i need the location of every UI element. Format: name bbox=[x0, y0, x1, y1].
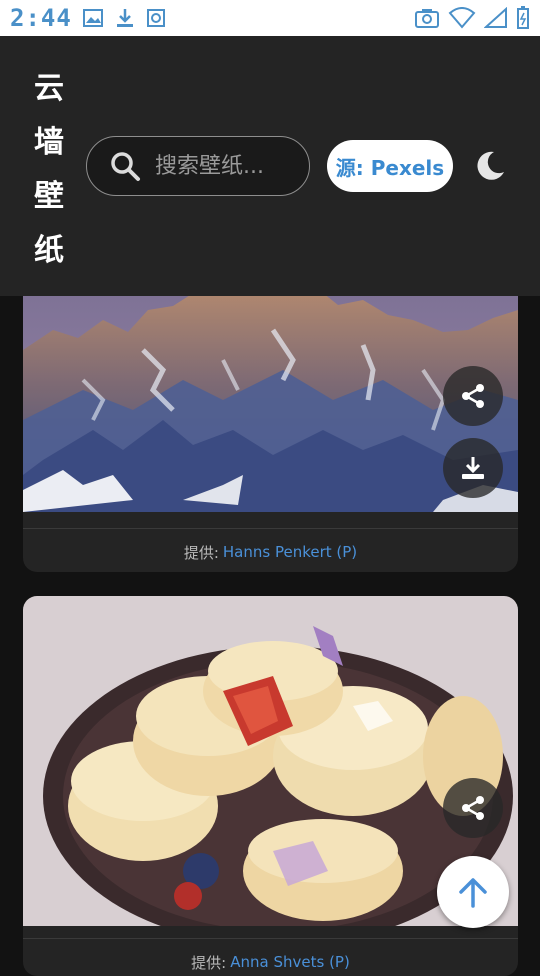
search-input[interactable] bbox=[153, 152, 277, 180]
app-title: 云 墙 壁 纸 bbox=[32, 70, 66, 270]
app-notification-icon bbox=[146, 9, 165, 27]
photographer-link[interactable]: Hanns Penkert (P) bbox=[223, 543, 357, 561]
wifi-icon bbox=[448, 7, 476, 29]
moon-icon[interactable] bbox=[474, 150, 506, 182]
image-notification-icon bbox=[82, 9, 103, 27]
scroll-to-top-button[interactable] bbox=[437, 856, 509, 928]
status-time: 2:44 bbox=[10, 4, 72, 32]
title-char: 纸 bbox=[34, 233, 64, 268]
download-icon bbox=[462, 457, 484, 479]
photographer-link[interactable]: Anna Shvets (P) bbox=[230, 953, 350, 971]
download-button[interactable] bbox=[443, 438, 503, 498]
search-box[interactable] bbox=[86, 136, 310, 196]
credit-prefix: 提供: bbox=[183, 543, 219, 562]
share-button[interactable] bbox=[443, 778, 503, 838]
title-char: 墙 bbox=[34, 125, 64, 160]
camera-icon bbox=[415, 9, 439, 28]
photo-credit: 提供: Anna Shvets (P) bbox=[23, 938, 518, 976]
source-button[interactable]: 源: Pexels bbox=[327, 140, 453, 192]
source-button-label: 源: Pexels bbox=[335, 155, 445, 180]
battery-icon bbox=[517, 6, 529, 29]
signal-icon bbox=[484, 7, 507, 28]
arrow-up-icon bbox=[459, 878, 487, 908]
wallpaper-image[interactable] bbox=[23, 260, 518, 512]
title-char: 壁 bbox=[34, 179, 64, 214]
share-button[interactable] bbox=[443, 366, 503, 426]
download-notification-icon bbox=[116, 9, 133, 27]
photo-credit: 提供: Hanns Penkert (P) bbox=[23, 528, 518, 572]
wallpaper-card[interactable]: 提供: Hanns Penkert (P) bbox=[23, 260, 518, 572]
share-icon bbox=[462, 384, 484, 408]
title-char: 云 bbox=[34, 71, 64, 106]
status-bar: 2:44 bbox=[0, 0, 540, 36]
search-icon bbox=[111, 152, 140, 181]
app-header: 云 墙 壁 纸 源: Pexels bbox=[0, 36, 540, 296]
wallpaper-card[interactable]: 提供: Anna Shvets (P) bbox=[23, 596, 518, 976]
share-icon bbox=[462, 796, 484, 820]
credit-prefix: 提供: bbox=[191, 953, 227, 972]
